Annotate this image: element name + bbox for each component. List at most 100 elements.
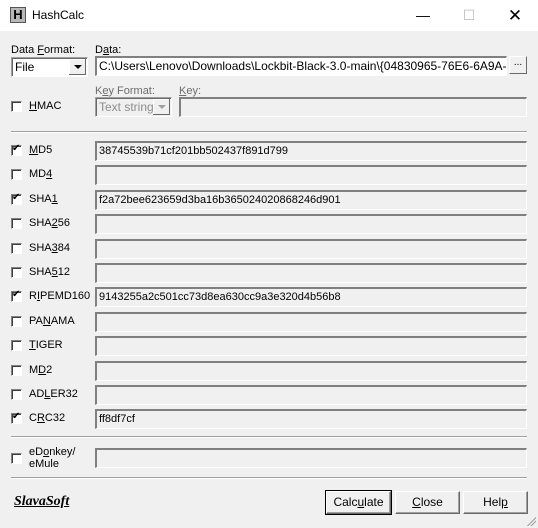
hash-output[interactable]	[95, 239, 527, 259]
label-part: nkey/	[49, 446, 76, 458]
label-accel: T	[29, 339, 36, 351]
label-part: Hel	[483, 495, 502, 509]
label-part: 12	[57, 266, 70, 278]
label-part: IGER	[35, 339, 63, 351]
hash-checkbox[interactable]	[11, 218, 22, 229]
hash-checkbox[interactable]	[11, 192, 22, 205]
data-format-select[interactable]: File	[11, 57, 88, 77]
key-format-label: Key Format:	[95, 85, 155, 97]
hash-checkbox[interactable]	[11, 365, 22, 376]
hmac-label: HMAC	[29, 100, 61, 112]
label-part: C32	[44, 412, 66, 424]
label-accel: R	[36, 412, 45, 424]
data-format-label: Data Format:	[11, 44, 75, 56]
label-part: SHA	[29, 266, 52, 278]
hmac-checkbox[interactable]	[11, 101, 22, 112]
label-part: late	[364, 495, 384, 509]
resize-grip[interactable]	[526, 516, 536, 526]
label-part: R	[29, 290, 37, 302]
label-part: MD	[29, 168, 47, 180]
hash-output[interactable]	[95, 385, 527, 405]
key-format-value: Text string	[99, 100, 154, 114]
label-part: AD	[29, 388, 45, 400]
hash-output[interactable]: f2a72bee623659d3ba16b365024020868246d901	[95, 190, 527, 210]
browse-button[interactable]: ...	[509, 56, 527, 74]
hash-output[interactable]: 9143255a2c501cc73d8ea630cc9a3e320d4b56b8	[95, 287, 527, 307]
label-part: 84	[57, 242, 70, 254]
data-format-value: File	[15, 60, 35, 74]
hash-checkbox[interactable]	[11, 411, 22, 424]
hash-checkbox[interactable]	[11, 316, 22, 327]
close-button[interactable]: Close	[395, 491, 460, 514]
label-accel: 1	[51, 193, 58, 205]
label-accel: D	[38, 364, 47, 376]
hash-checkbox[interactable]	[11, 143, 22, 156]
hash-label: MD5	[29, 144, 52, 156]
label-part: M	[29, 364, 39, 376]
label-accel: C	[412, 495, 421, 509]
label-part: Calc	[333, 495, 358, 509]
label-part: SHA	[29, 217, 52, 229]
hash-label: CRC32	[29, 412, 65, 424]
hash-label: MD2	[29, 364, 52, 376]
minimize-button[interactable]: —	[400, 0, 446, 31]
slavasoft-logo[interactable]: SlavaSoft	[14, 494, 69, 510]
hash-label: ADLER32	[29, 388, 78, 400]
hash-label: RIPEMD160	[29, 290, 90, 302]
edonkey-output[interactable]	[95, 448, 527, 468]
hash-checkbox[interactable]	[11, 169, 22, 180]
window-title: HashCalc	[32, 8, 85, 22]
chevron-down-icon[interactable]	[153, 99, 170, 115]
label-part: ormat:	[44, 44, 76, 56]
key-label: Key:	[179, 85, 201, 97]
label-part: MAC	[36, 100, 62, 112]
hash-output[interactable]: 38745539b71cf201bb502437f891d799	[95, 141, 527, 161]
label-part: Data	[11, 44, 38, 56]
label-accel: M	[29, 144, 39, 156]
hash-output[interactable]	[95, 214, 527, 234]
label-part: PA	[29, 315, 43, 327]
label-part: y Format:	[108, 85, 155, 97]
label-part: ta:	[109, 44, 122, 56]
help-button[interactable]: Help	[463, 491, 528, 514]
maximize-button[interactable]: ☐	[446, 0, 492, 31]
hash-checkbox[interactable]	[11, 267, 22, 278]
hash-label: TIGER	[29, 339, 63, 351]
hash-label: MD4	[29, 168, 52, 180]
hash-label: SHA512	[29, 266, 70, 278]
label-accel: 4	[46, 168, 53, 180]
label-part: 56	[57, 217, 70, 229]
label-part: SHA	[29, 193, 52, 205]
edonkey-label: eDonkey/ eMule	[29, 446, 75, 470]
hash-checkbox[interactable]	[11, 243, 22, 254]
hash-checkbox[interactable]	[11, 289, 22, 302]
key-input[interactable]	[179, 97, 527, 117]
close-window-button[interactable]: ✕	[492, 0, 538, 31]
hash-label: SHA384	[29, 242, 70, 254]
separator	[11, 477, 527, 479]
data-input[interactable]: C:\Users\Lenovo\Downloads\Lockbit-Black-…	[95, 56, 507, 76]
hash-label: PANAMA	[29, 315, 75, 327]
chevron-down-icon[interactable]	[69, 59, 86, 75]
label-part: D	[95, 44, 103, 56]
label-part: SHA	[29, 242, 52, 254]
hash-checkbox[interactable]	[11, 389, 22, 400]
label-part: 2	[46, 364, 53, 376]
hash-output[interactable]: ff8df7cf	[95, 409, 527, 429]
hash-output[interactable]	[95, 312, 527, 332]
hash-output[interactable]	[95, 361, 527, 381]
label-accel: p	[501, 495, 508, 509]
calculate-button[interactable]: Calculate	[325, 490, 392, 515]
label-part: PEMD160	[40, 290, 91, 302]
hash-output[interactable]	[95, 165, 527, 185]
key-format-select[interactable]: Text string	[95, 97, 172, 117]
hash-output[interactable]	[95, 336, 527, 356]
data-label: Data:	[95, 44, 121, 56]
edonkey-checkbox[interactable]	[11, 453, 22, 464]
separator	[11, 436, 527, 438]
hash-output[interactable]	[95, 263, 527, 283]
hash-label: SHA256	[29, 217, 70, 229]
title-bar: H HashCalc — ☐ ✕	[0, 0, 538, 31]
hash-checkbox[interactable]	[11, 340, 22, 351]
label-part: eMule	[29, 458, 59, 470]
